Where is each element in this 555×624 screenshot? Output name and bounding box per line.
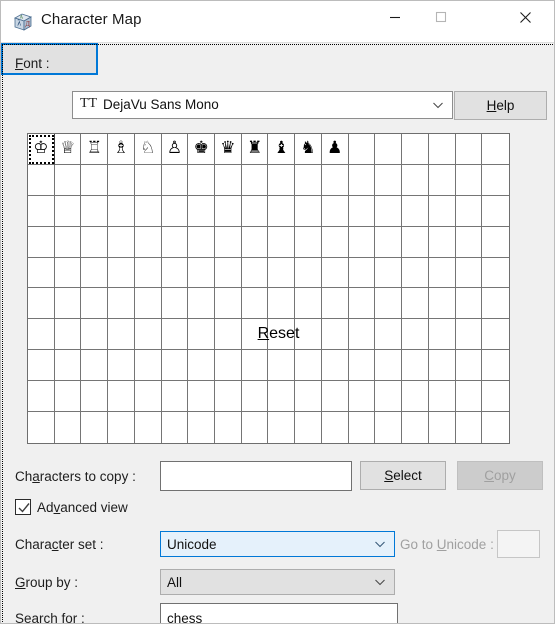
window-title: Character Map — [41, 11, 142, 28]
maximize-button[interactable] — [418, 1, 464, 33]
title-bar: λ Д A Character Map — [1, 1, 554, 42]
svg-text:Д: Д — [25, 20, 30, 28]
charmap-icon: λ Д A — [13, 12, 33, 32]
svg-text:A: A — [20, 16, 24, 21]
maximize-icon — [435, 11, 447, 23]
minimize-icon — [390, 16, 400, 19]
close-button[interactable] — [502, 1, 548, 33]
reset-button-focus-ring: Reset — [2, 44, 554, 623]
minimize-button[interactable] — [372, 1, 418, 33]
reset-button[interactable]: Reset — [1, 43, 554, 623]
character-map-window: λ Д A Character Map Font : TT DejaVu San… — [0, 0, 555, 624]
reset-button-label: Reset — [257, 325, 300, 342]
close-icon — [519, 11, 531, 23]
client-area: Font : TT DejaVu Sans Mono Help ♔ ♕ ♖ ♗ ♘ ♙ ♚ ♛… — [1, 42, 554, 623]
